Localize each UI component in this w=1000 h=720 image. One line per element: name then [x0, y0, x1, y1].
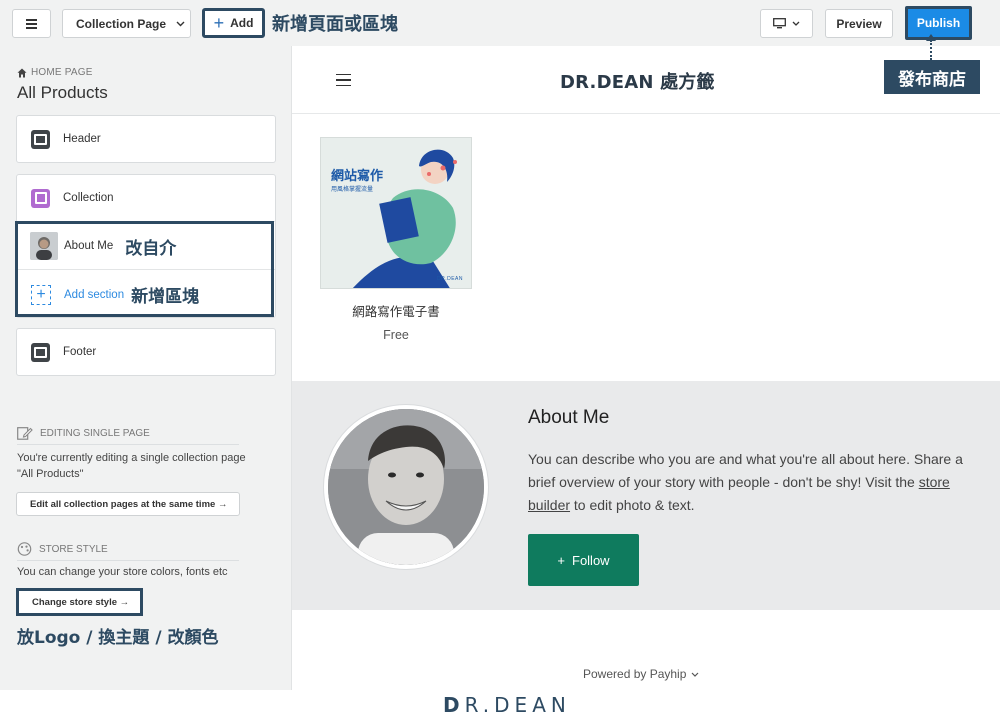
chevron-down-icon	[176, 21, 185, 26]
follow-button[interactable]: + Follow	[528, 534, 639, 586]
about-text: You can describe who you are and what yo…	[528, 448, 974, 517]
cover-subtitle: 用風格掌握流量	[331, 186, 374, 193]
store-preview: DR.DEAN 處方籤 發布商店 網站寫作 用風格掌握流量 DR.DEAN 網路…	[292, 34, 1000, 690]
about-title: About Me	[528, 407, 610, 428]
breadcrumb-label: HOME PAGE	[31, 67, 93, 78]
product-cover-image: 網站寫作 用風格掌握流量 DR.DEAN	[320, 137, 472, 289]
plus-icon: +	[213, 13, 225, 33]
breadcrumb[interactable]: HOME PAGE	[17, 67, 93, 78]
product-price: Free	[383, 328, 409, 342]
cover-title: 網站寫作	[331, 169, 384, 184]
about-text-end: to edit photo & text.	[570, 497, 695, 513]
menu-button[interactable]	[12, 9, 51, 38]
desktop-icon	[773, 18, 786, 29]
sidebar: HOME PAGE All Products Header Collection…	[0, 46, 292, 690]
section-header-label: Header	[63, 133, 101, 145]
store-style-heading: STORE STYLE	[17, 542, 108, 556]
section-collection-label: Collection	[63, 192, 114, 204]
store-style-text: You can change your store colors, fonts …	[17, 566, 228, 578]
store-header: DR.DEAN 處方籤 發布商店	[292, 34, 1000, 114]
cover-brand: DR.DEAN	[436, 276, 463, 282]
page-select-label: Collection Page	[76, 16, 167, 31]
editing-single-text-line1: You're currently editing a single collec…	[17, 452, 246, 464]
divider	[17, 560, 239, 561]
product-name[interactable]: 網路寫作電子書	[320, 301, 472, 320]
collection-section-icon	[31, 188, 50, 208]
page-select-dropdown[interactable]: Collection Page	[62, 9, 191, 38]
section-collection[interactable]: Collection	[17, 175, 275, 222]
divider	[17, 444, 239, 445]
about-text-body: You can describe who you are and what yo…	[528, 451, 963, 490]
editing-single-text: You're currently editing a single collec…	[17, 450, 246, 482]
publish-button[interactable]: Publish	[905, 6, 972, 40]
device-preview-dropdown[interactable]	[760, 9, 813, 38]
dr-dean-logo: D R.DEAN	[443, 693, 571, 717]
edit-page-icon	[17, 427, 33, 440]
hamburger-icon	[26, 18, 37, 29]
editing-single-heading: EDITING SINGLE PAGE	[17, 426, 150, 440]
section-header[interactable]: Header	[16, 115, 276, 163]
chevron-down-icon	[792, 21, 800, 26]
annotation-arrow	[926, 34, 936, 60]
watermark-strip: D R.DEAN	[0, 690, 1000, 720]
editing-single-text-line2: "All Products"	[17, 468, 84, 480]
store-name: DR.DEAN 處方籤	[560, 72, 715, 93]
footer-section-icon	[31, 342, 50, 362]
change-store-style-button[interactable]: Change store style →	[16, 588, 143, 616]
editing-single-heading-label: EDITING SINGLE PAGE	[40, 427, 150, 439]
about-photo	[324, 405, 488, 569]
annotation-publish: 發布商店	[884, 60, 980, 94]
plus-icon: +	[557, 552, 565, 568]
store-menu-icon[interactable]	[336, 74, 351, 86]
top-toolbar: Collection Page + Add 新增頁面或區塊 Preview Pu…	[0, 0, 1000, 46]
add-button[interactable]: + Add	[202, 8, 265, 38]
page-title: All Products	[17, 83, 108, 102]
palette-icon	[17, 542, 32, 556]
powered-by-link[interactable]: Powered by Payhip	[583, 667, 699, 681]
annotation-highlight-box	[15, 221, 274, 317]
header-section-icon	[31, 129, 50, 149]
section-footer[interactable]: Footer	[16, 328, 276, 376]
add-label: Add	[230, 16, 254, 30]
preview-button[interactable]: Preview	[825, 9, 893, 38]
chevron-down-icon	[691, 672, 699, 677]
annotation-store-style: 放Logo / 換主題 / 改顏色	[17, 628, 219, 648]
annotation-add: 新增頁面或區塊	[272, 14, 398, 35]
logo-mark: D	[443, 693, 465, 717]
edit-all-collections-button[interactable]: Edit all collection pages at the same ti…	[16, 492, 240, 516]
product-card[interactable]: 網站寫作 用風格掌握流量 DR.DEAN 網路寫作電子書 Free	[320, 137, 472, 342]
logo-text: R.DEAN	[464, 693, 571, 717]
store-style-heading-label: STORE STYLE	[39, 543, 108, 555]
follow-label: Follow	[572, 552, 610, 568]
home-icon	[17, 68, 27, 77]
about-section: About Me You can describe who you are an…	[292, 381, 1000, 610]
section-footer-label: Footer	[63, 346, 97, 358]
powered-by-label: Powered by Payhip	[583, 667, 687, 681]
